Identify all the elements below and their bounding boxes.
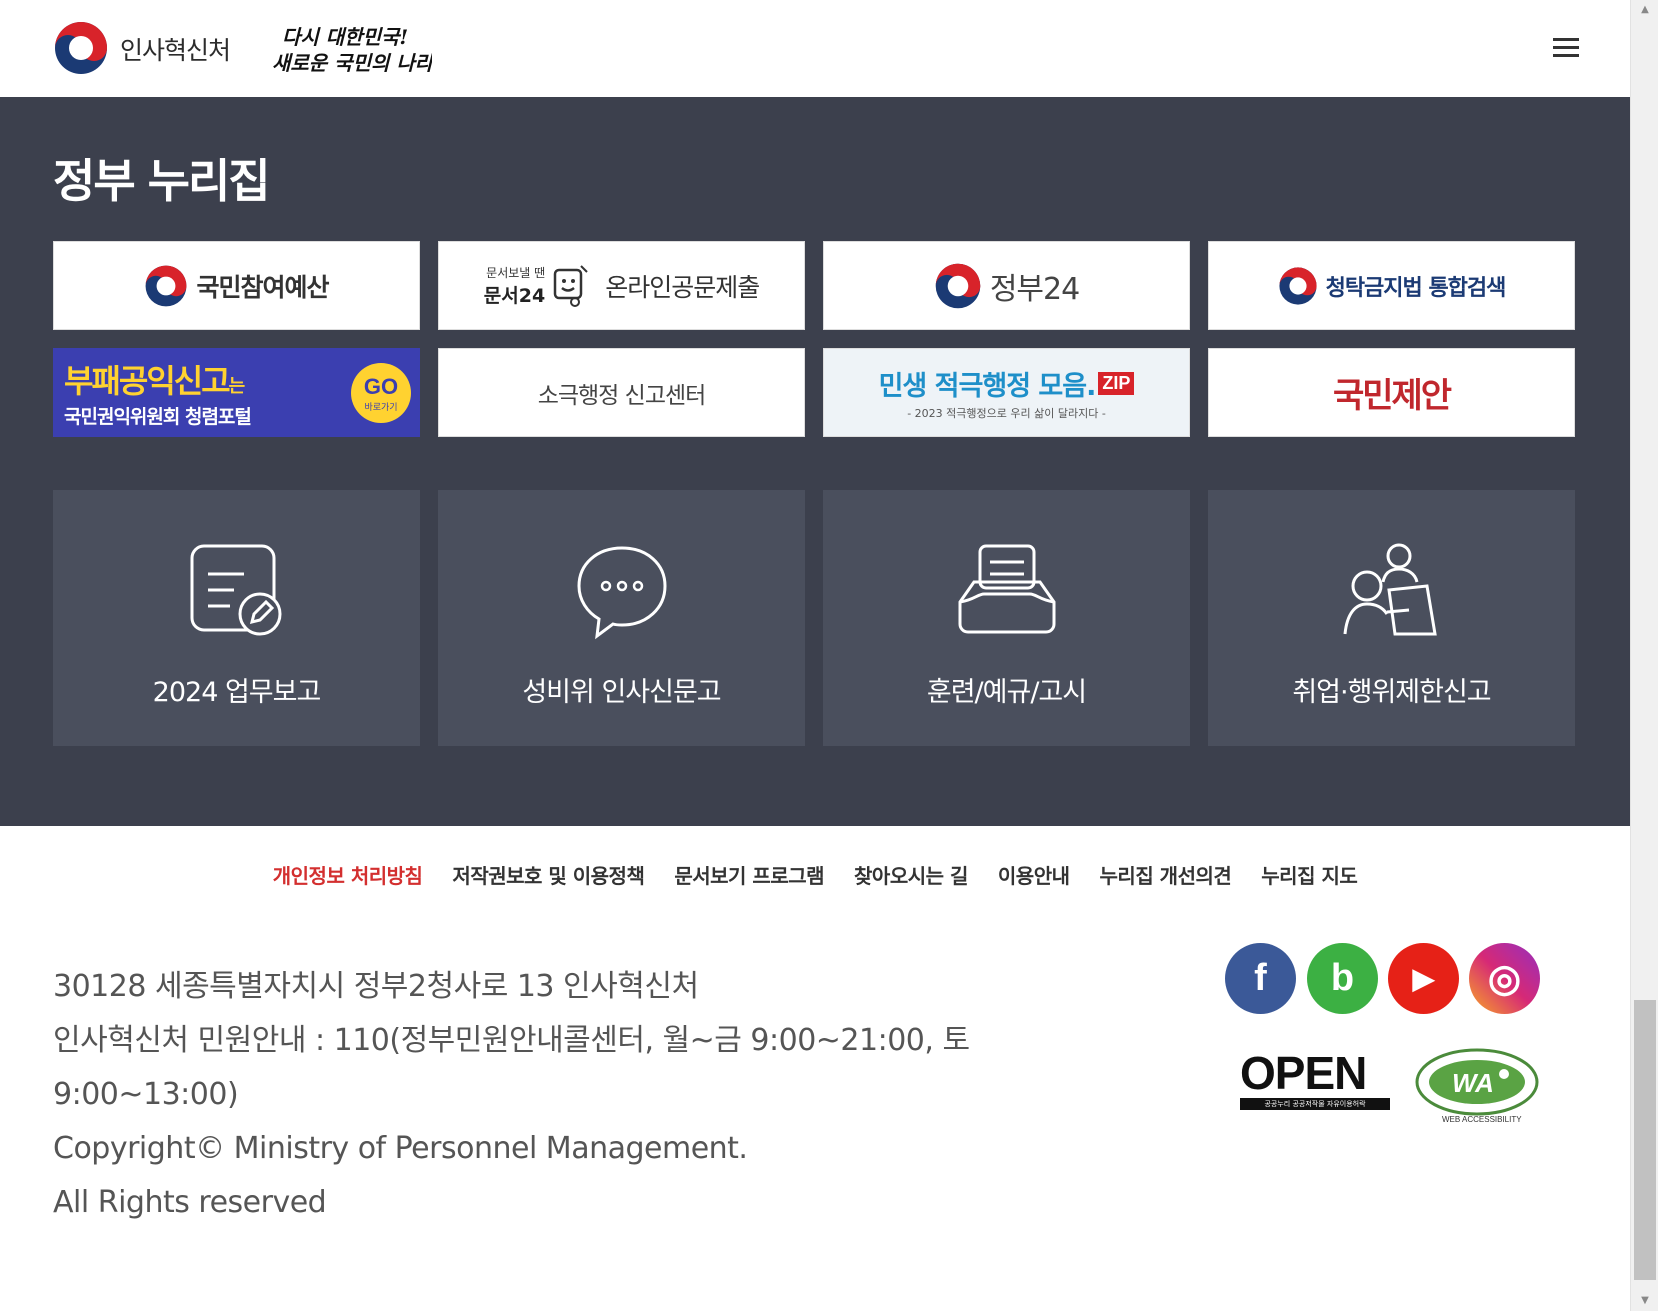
banner-label: 청탁금지법 통합검색: [1325, 275, 1507, 301]
slogan-line-2: 새로운 국민의 나라: [272, 51, 432, 75]
quick-link-label: 성비위 인사신문고: [522, 677, 721, 708]
footer-link-sitemap[interactable]: 누리집 지도: [1261, 860, 1357, 889]
chat-bubble-icon: [577, 546, 667, 640]
quick-link-harassment-report[interactable]: 성비위 인사신문고: [438, 490, 805, 746]
instagram-icon[interactable]: ◎: [1469, 943, 1540, 1014]
slogan-calligraphy: 다시 대한민국! 새로운 국민의 나라: [272, 25, 432, 75]
banner-label: 민생 적극행정 모음.: [878, 371, 1097, 402]
contact-line: 인사혁신처 민원안내 : 110(정부민원안내콜센터, 월~금 9:00~21:…: [53, 1023, 970, 1058]
document-edit-icon: [190, 544, 282, 636]
web-accessibility-badge: WA WEB ACCESSIBILITY: [1412, 1042, 1542, 1124]
slogan-line-1: 다시 대한민국!: [282, 25, 408, 49]
zip-badge: ZIP: [1098, 372, 1135, 395]
quick-link-work-report[interactable]: 2024 업무보고: [53, 490, 420, 746]
doc24-label: 문서24: [483, 284, 546, 307]
footer-link-feedback[interactable]: 누리집 개선의견: [1100, 860, 1232, 889]
printer-icon: [958, 544, 1056, 634]
banner-label: 국민제안: [1332, 376, 1452, 416]
copyright-line: Copyright© Ministry of Personnel Managem…: [53, 1131, 748, 1166]
scroll-down-arrow-icon[interactable]: ▼: [1631, 1291, 1658, 1311]
youtube-icon[interactable]: ▶: [1388, 943, 1459, 1014]
site-header: 인사혁신처 다시 대한민국! 새로운 국민의 나라: [0, 0, 1630, 97]
banner-online-document[interactable]: 문서보낼 땐 문서24 온라인공문제출: [438, 241, 805, 330]
go-button-icon: GO 바로가기: [351, 363, 411, 423]
banner-label: 온라인공문제출: [605, 272, 760, 302]
quick-link-label: 2024 업무보고: [152, 677, 322, 708]
taegeuk-icon: [1279, 266, 1317, 305]
banner-gov24[interactable]: 정부24: [823, 241, 1190, 330]
banner-sub: - 2023 적극행정으로 우리 삶이 달라지다 -: [907, 407, 1106, 420]
blog-icon[interactable]: b: [1307, 943, 1378, 1014]
footer-address: 30128 세종특별자치시 정부2청사로 13 인사혁신처 인사혁신처 민원안내…: [53, 960, 1033, 1230]
footer-link-directions[interactable]: 찾아오시는 길: [854, 860, 968, 889]
address-line: 30128 세종특별자치시 정부2청사로 13 인사혁신처: [53, 969, 699, 1004]
page-scrollbar[interactable]: ▲ ▼: [1630, 0, 1658, 1311]
banner-suffix: 는: [228, 376, 246, 397]
taegeuk-icon: [146, 265, 187, 306]
banner-label: 국민참여예산: [196, 272, 329, 302]
banner-label: 부패공익신고: [64, 362, 231, 400]
footer-link-usage-guide[interactable]: 이용안내: [998, 860, 1070, 889]
quick-link-label: 취업·행위제한신고: [1292, 677, 1491, 708]
banner-citizen-budget[interactable]: 국민참여예산: [53, 241, 420, 330]
taegeuk-logo-icon[interactable]: [53, 20, 109, 76]
banner-corruption-report[interactable]: 부패공익신고는 국민권익위원회 청렴포털 GO 바로가기: [53, 348, 420, 437]
banner-label: 정부24: [989, 271, 1080, 307]
banner-anti-graft-search[interactable]: 청탁금지법 통합검색: [1208, 241, 1575, 330]
document-face-icon: [553, 264, 588, 307]
logo-text[interactable]: 인사혁신처: [120, 31, 231, 67]
banner-citizen-proposal[interactable]: 국민제안: [1208, 348, 1575, 437]
person-clipboard-icon: [1343, 543, 1437, 636]
banner-proactive-admin[interactable]: 민생 적극행정 모음. ZIP - 2023 적극행정으로 우리 삶이 달라지다…: [823, 348, 1190, 437]
footer-link-copyright[interactable]: 저작권보호 및 이용정책: [452, 860, 644, 889]
footer-link-privacy[interactable]: 개인정보 처리방침: [273, 860, 423, 889]
facebook-icon[interactable]: f: [1225, 943, 1296, 1014]
footer-link-doc-viewer[interactable]: 문서보기 프로그램: [674, 860, 824, 889]
government-portal-section: 정부 누리집 국민참여예산 문서보낼 땐 문서24 온라인공문제출 정부24 청…: [0, 97, 1630, 826]
contact-hours-line: 9:00~13:00): [53, 1077, 239, 1112]
banner-label: 소극행정 신고센터: [537, 382, 707, 409]
scroll-thumb[interactable]: [1634, 1000, 1656, 1280]
quick-link-label: 훈련/예규/고시: [926, 677, 1087, 708]
rights-line: All Rights reserved: [53, 1185, 327, 1220]
footer-nav: 개인정보 처리방침 저작권보호 및 이용정책 문서보기 프로그램 찾아오시는 길…: [0, 860, 1630, 889]
hamburger-menu-icon[interactable]: [1553, 38, 1579, 60]
quick-link-regulations[interactable]: 훈련/예규/고시: [823, 490, 1190, 746]
quick-link-employment-report[interactable]: 취업·행위제한신고: [1208, 490, 1575, 746]
open-license-badge: OPEN 공공누리 공공저작물 자유이용허락: [1240, 1050, 1390, 1114]
scroll-up-arrow-icon[interactable]: ▲: [1631, 0, 1658, 20]
svg-text:WA: WA: [1452, 1068, 1494, 1098]
doc24-small-label: 문서보낼 땐: [486, 265, 546, 280]
banner-sub: 국민권익위원회 청렴포털: [64, 406, 252, 428]
banner-passive-admin-report[interactable]: 소극행정 신고센터: [438, 348, 805, 437]
section-title: 정부 누리집: [53, 154, 271, 208]
taegeuk-icon: [935, 263, 981, 308]
svg-text:WEB ACCESSIBILITY: WEB ACCESSIBILITY: [1442, 1115, 1522, 1124]
